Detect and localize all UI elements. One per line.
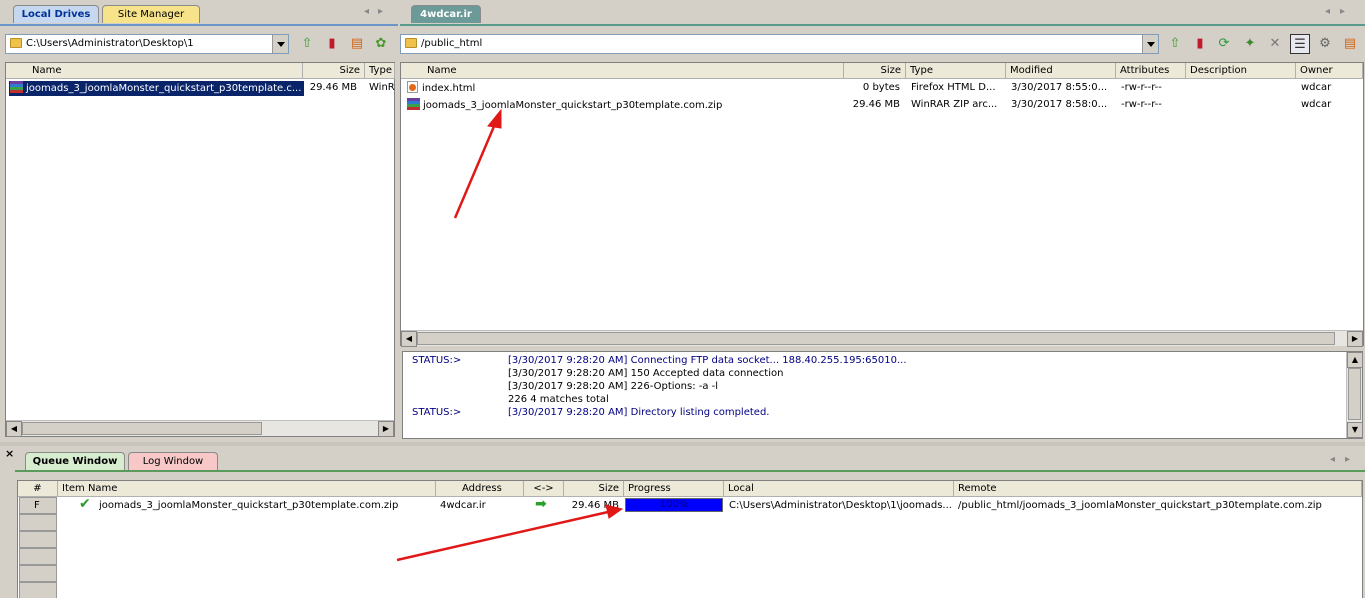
annotation-arrows [396, 108, 624, 562]
annotation-arrow-file [453, 123, 497, 219]
annotation-arrowhead-file [487, 108, 502, 129]
annotation-arrowhead-progress [605, 504, 624, 519]
annotation-arrow-progress [396, 510, 609, 562]
